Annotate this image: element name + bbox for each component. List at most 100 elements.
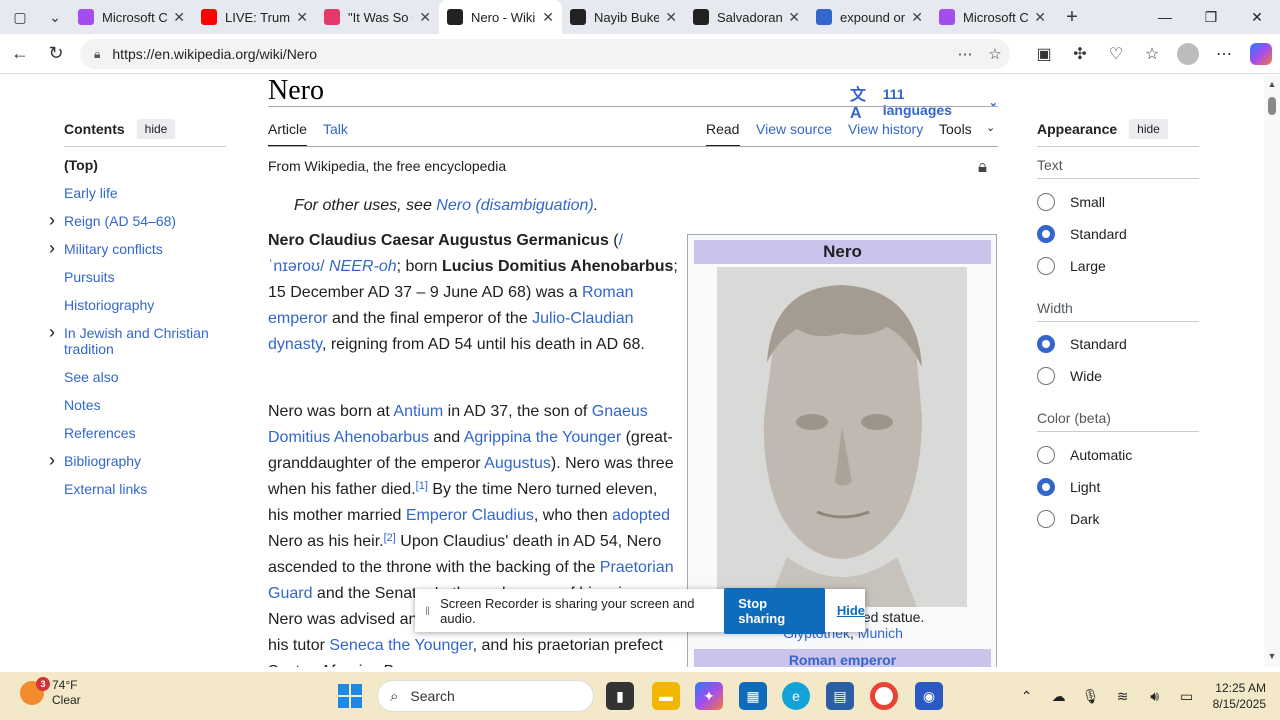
text-size-option[interactable]: Small [1037, 193, 1105, 211]
settings-menu-icon[interactable]: ⋯ [1206, 36, 1242, 72]
scroll-up-arrow-icon[interactable]: ▲ [1264, 79, 1280, 93]
restore-button[interactable]: ❐ [1188, 0, 1234, 34]
protection-lock-icon[interactable]: 🔒︎ [978, 157, 987, 177]
link-emperor-claudius[interactable]: Emperor Claudius [406, 507, 534, 524]
workspaces-icon[interactable]: ▢ [0, 0, 40, 34]
toc-item[interactable]: › Reign (AD 54–68) [49, 211, 224, 229]
onedrive-cloud-icon[interactable]: ☁ [1043, 688, 1075, 705]
tab-list-chevron-icon[interactable]: ⌄ [40, 0, 70, 34]
show-hidden-icons-chevron-icon[interactable]: ⌃ [1011, 688, 1043, 705]
site-info-lock-icon[interactable]: 🔒︎ [94, 47, 100, 62]
toc-item[interactable]: › In Jewish and Christian tradition [49, 323, 224, 357]
hide-sharing-bar-link[interactable]: Hide [837, 603, 865, 618]
toc-item[interactable]: (Top) [64, 157, 224, 173]
minimize-button[interactable]: — [1142, 0, 1188, 34]
width-option[interactable]: Wide [1037, 367, 1102, 385]
radio-button[interactable] [1037, 367, 1055, 385]
expand-chevron-icon[interactable]: › [49, 451, 55, 469]
link-seneca[interactable]: Seneca the Younger [329, 637, 472, 654]
screen-share-icon[interactable]: ▣ [1026, 36, 1062, 72]
browser-tab[interactable]: expound or ✕ [808, 0, 931, 34]
radio-button[interactable] [1037, 225, 1055, 243]
address-bar[interactable]: 🔒︎ https://en.wikipedia.org/wiki/Nero ⋯ … [80, 39, 1010, 69]
citation-1[interactable]: [1] [416, 480, 428, 492]
link-antium[interactable]: Antium [393, 403, 443, 420]
close-tab-icon[interactable]: ✕ [788, 9, 800, 26]
expand-chevron-icon[interactable]: › [49, 239, 55, 257]
link-agrippina[interactable]: Agrippina the Younger [464, 429, 621, 446]
read-aloud-icon[interactable]: ⋯ [950, 45, 980, 63]
toc-item[interactable]: › Military conflicts [49, 239, 224, 257]
radio-button[interactable] [1037, 335, 1055, 353]
task-view-icon[interactable]: ▮ [606, 682, 634, 710]
link-augustus[interactable]: Augustus [484, 455, 551, 472]
color-theme-option[interactable]: Light [1037, 478, 1100, 496]
microphone-icon[interactable]: 🎙︎ [1075, 688, 1107, 705]
back-button[interactable]: ← [2, 36, 38, 72]
wifi-icon[interactable]: ≋ [1107, 688, 1139, 705]
profile-avatar[interactable] [1177, 43, 1199, 65]
link-adopted[interactable]: adopted [612, 507, 670, 524]
languages-button[interactable]: 文A 111 languages ⌄ [850, 81, 998, 123]
close-tab-icon[interactable]: ✕ [419, 9, 431, 26]
clock[interactable]: 12:25 AM 8/15/2025 [1213, 680, 1266, 712]
toc-item[interactable]: › Bibliography [49, 451, 224, 469]
color-theme-option[interactable]: Automatic [1037, 446, 1132, 464]
microsoft-store-icon[interactable]: ▦ [739, 682, 767, 710]
close-tab-icon[interactable]: ✕ [173, 9, 185, 26]
refresh-button[interactable]: ↻ [38, 36, 74, 72]
tab-view-source[interactable]: View source [756, 121, 832, 137]
drag-handle-icon[interactable]: ‖ [425, 604, 434, 618]
url-text[interactable]: https://en.wikipedia.org/wiki/Nero [112, 46, 950, 62]
pronunciation-respelling-link[interactable]: NEER-oh [329, 258, 397, 275]
radio-button[interactable] [1037, 510, 1055, 528]
nero-bust-image[interactable] [717, 267, 967, 607]
close-tab-icon[interactable]: ✕ [665, 9, 677, 26]
expand-chevron-icon[interactable]: › [49, 211, 55, 229]
tools-chevron-icon[interactable]: ⌄ [986, 121, 995, 134]
start-button[interactable] [338, 684, 362, 708]
tab-tools[interactable]: Tools [939, 121, 972, 137]
appearance-hide-button[interactable]: hide [1129, 119, 1168, 139]
close-tab-icon[interactable]: ✕ [542, 9, 554, 26]
file-explorer-icon[interactable]: ▬ [652, 682, 680, 710]
browser-tab[interactable]: Microsoft C ✕ [931, 0, 1054, 34]
expand-chevron-icon[interactable]: › [49, 323, 55, 341]
stop-sharing-button[interactable]: Stop sharing [724, 587, 825, 634]
citation-2[interactable]: [2] [384, 532, 396, 544]
disambiguation-link[interactable]: Nero (disambiguation) [436, 197, 593, 214]
toc-item[interactable]: Notes [64, 397, 224, 413]
tab-view-history[interactable]: View history [848, 121, 923, 137]
copilot-icon[interactable] [1250, 43, 1272, 65]
weather-widget[interactable]: 3 74°F Clear [20, 677, 81, 708]
browser-tab[interactable]: Nero - Wiki ✕ [439, 0, 562, 34]
tab-read[interactable]: Read [706, 121, 739, 137]
screen-recorder-icon[interactable]: ◉ [915, 682, 943, 710]
toc-hide-button[interactable]: hide [136, 119, 176, 139]
text-size-option[interactable]: Large [1037, 257, 1106, 275]
width-option[interactable]: Standard [1037, 335, 1127, 353]
tab-article[interactable]: Article [268, 121, 307, 137]
radio-button[interactable] [1037, 193, 1055, 211]
favorite-star-icon[interactable]: ☆ [980, 45, 1010, 63]
text-size-option[interactable]: Standard [1037, 225, 1127, 243]
battery-icon[interactable]: ▭ [1171, 688, 1203, 705]
browser-essentials-icon[interactable]: ♡ [1098, 36, 1134, 72]
radio-button[interactable] [1037, 478, 1055, 496]
close-tab-icon[interactable]: ✕ [1034, 9, 1046, 26]
calculator-icon[interactable]: ▤ [826, 682, 854, 710]
tab-talk[interactable]: Talk [323, 121, 348, 137]
scroll-down-arrow-icon[interactable]: ▼ [1264, 651, 1280, 665]
toc-item[interactable]: Pursuits [64, 269, 224, 285]
toc-item[interactable]: References [64, 425, 224, 441]
close-tab-icon[interactable]: ✕ [911, 9, 923, 26]
browser-tab[interactable]: Nayib Buke ✕ [562, 0, 685, 34]
toc-item[interactable]: See also [64, 369, 224, 385]
infobox-subheader[interactable]: Roman emperor [694, 649, 991, 667]
edge-browser-icon[interactable]: e [782, 682, 810, 710]
browser-tab[interactable]: LIVE: Trump ✕ [193, 0, 316, 34]
new-tab-button[interactable]: + [1054, 0, 1090, 34]
scroll-thumb[interactable] [1268, 97, 1276, 115]
chrome-browser-icon[interactable] [870, 682, 898, 710]
radio-button[interactable] [1037, 446, 1055, 464]
